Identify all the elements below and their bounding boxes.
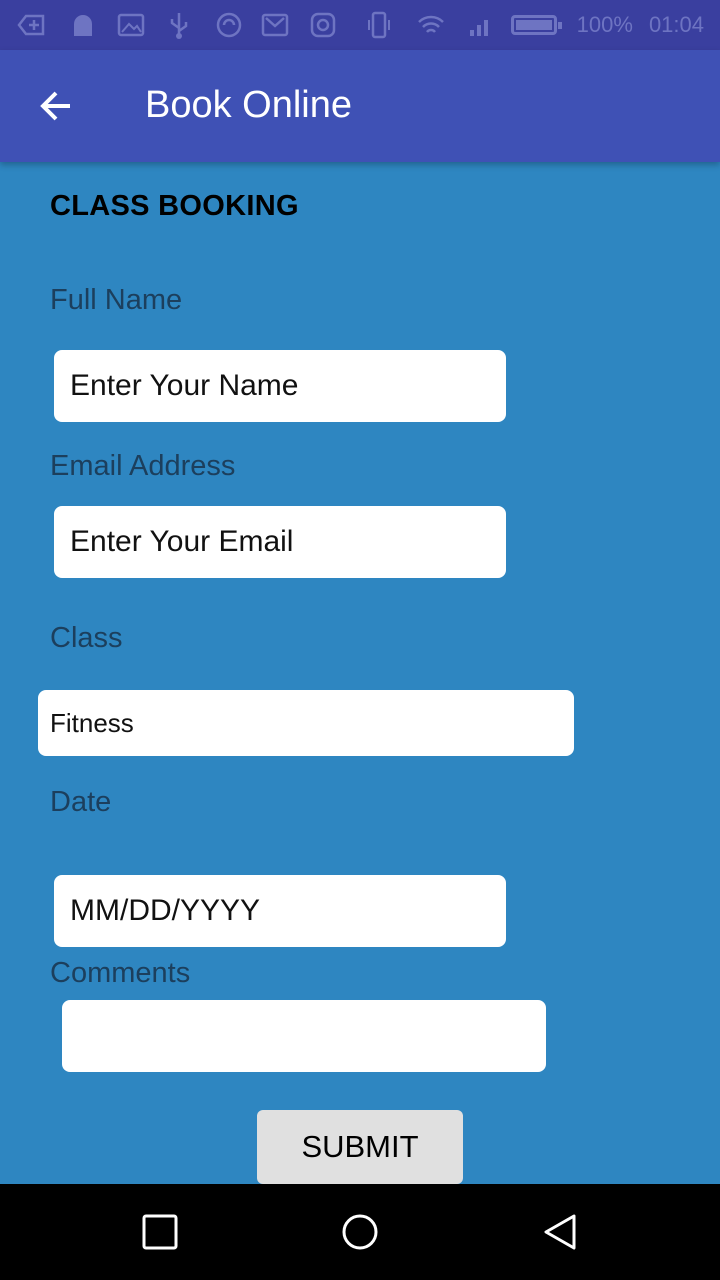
date-input[interactable] <box>54 875 506 947</box>
image-icon <box>114 8 148 42</box>
home-circle-icon <box>342 1214 378 1250</box>
android-icon <box>66 8 100 42</box>
back-nav-button[interactable] <box>530 1202 590 1262</box>
email-input[interactable] <box>54 506 506 578</box>
app-bar: Book Online <box>0 50 720 162</box>
recents-button[interactable] <box>130 1202 190 1262</box>
usb-icon <box>162 8 196 42</box>
class-select-value: Fitness <box>50 707 134 738</box>
class-select[interactable]: Fitness <box>38 690 574 756</box>
clock-time: 01:04 <box>648 12 704 37</box>
back-triangle-icon <box>544 1214 576 1250</box>
sync-icon <box>212 8 246 42</box>
back-button[interactable] <box>28 78 84 134</box>
signal-icon <box>464 8 498 42</box>
class-label: Class <box>50 622 123 654</box>
battery-icon <box>510 15 562 35</box>
comments-input[interactable] <box>62 1000 546 1072</box>
gmail-icon <box>258 8 292 42</box>
page-title: Book Online <box>145 84 353 126</box>
instagram-icon <box>306 8 340 42</box>
add-notification-icon <box>14 8 48 42</box>
battery-percent: 100% <box>576 12 633 37</box>
submit-button[interactable]: SUBMIT <box>257 1110 463 1184</box>
full-name-input[interactable] <box>54 350 506 422</box>
form-heading: CLASS BOOKING <box>50 190 299 222</box>
recents-square-icon <box>142 1214 178 1250</box>
arrow-back-icon <box>40 91 70 121</box>
comments-label: Comments <box>50 957 191 989</box>
wifi-icon <box>414 8 448 42</box>
date-label: Date <box>50 786 112 818</box>
home-button[interactable] <box>330 1202 390 1262</box>
status-bar: 100% 01:04 <box>0 0 720 50</box>
system-nav-bar <box>0 1184 720 1280</box>
full-name-label: Full Name <box>50 284 183 316</box>
phone-vibrate-icon <box>362 8 396 42</box>
email-label: Email Address <box>50 450 236 482</box>
